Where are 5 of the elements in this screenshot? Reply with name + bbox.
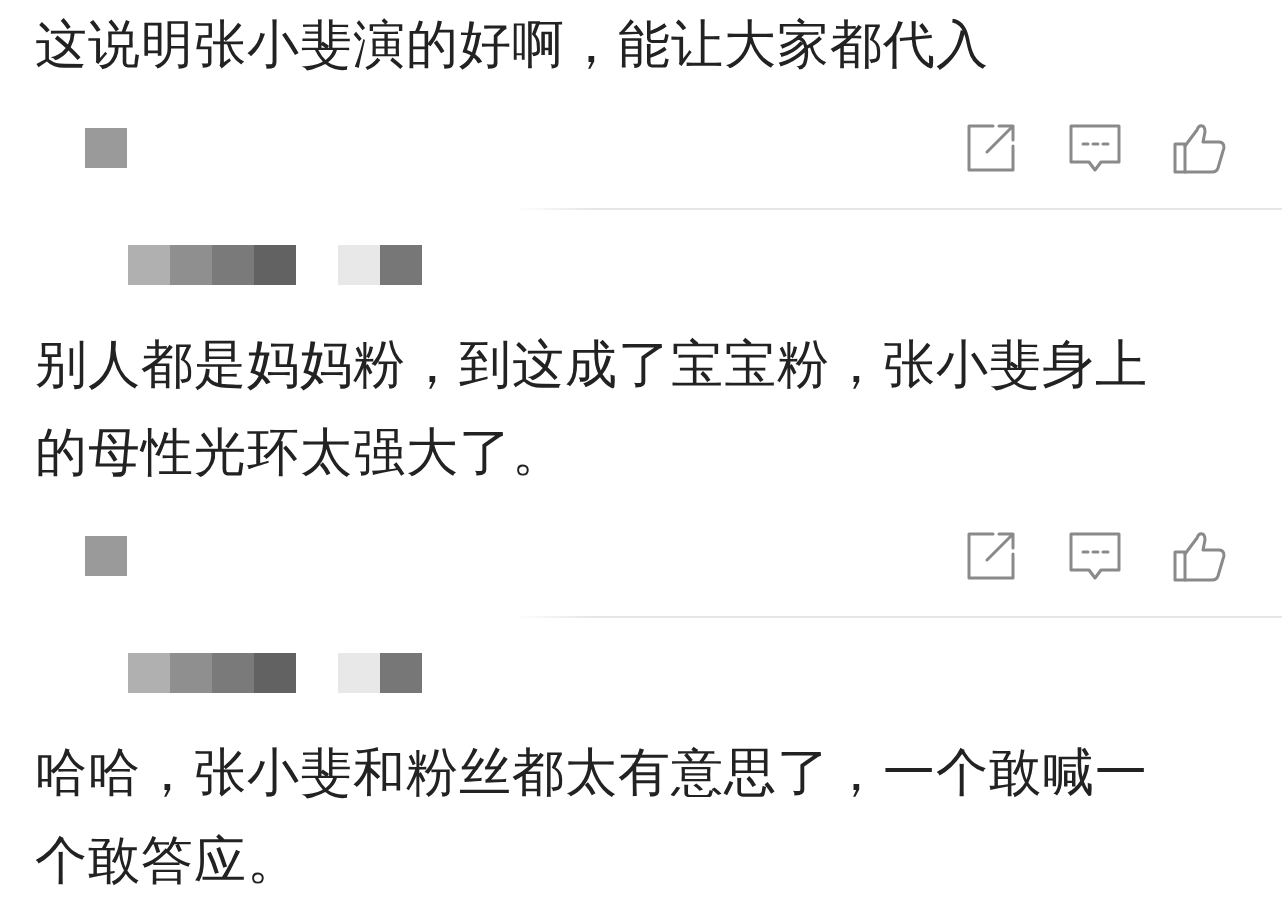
comment-text: 哈哈，张小斐和粉丝都太有意思了，一个敢喊一个敢答应。 [35, 741, 1149, 892]
pixelated-avatar [85, 536, 127, 576]
pixelated-avatar [85, 128, 127, 168]
comment-text: 这说明张小斐演的好啊，能让大家都代入 [35, 13, 990, 76]
comment-text: 别人都是妈妈粉，到这成了宝宝粉，张小斐身上的母性光环太强大了。 [35, 333, 1149, 484]
